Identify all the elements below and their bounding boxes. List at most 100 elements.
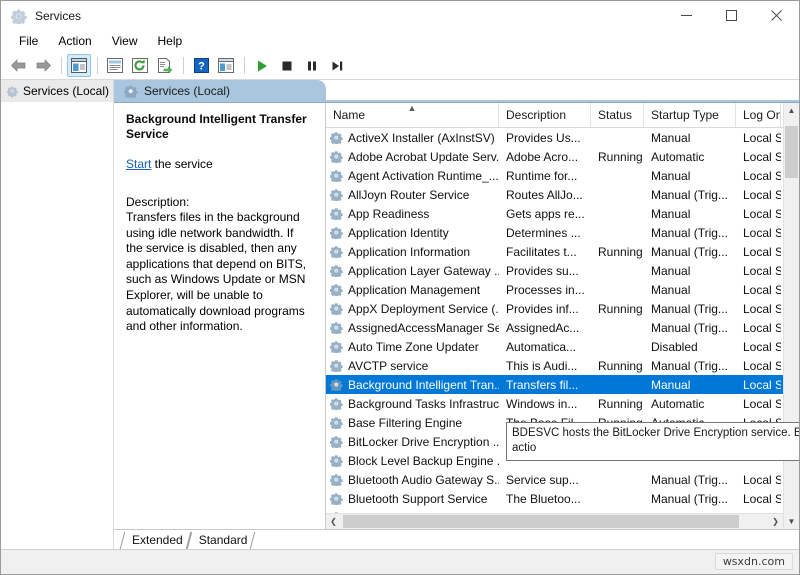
cell-text: Background Tasks Infrastruc... xyxy=(348,397,499,411)
view-tab-standard[interactable]: Standard xyxy=(189,531,254,549)
cell-text: AssignedAccessManager Se... xyxy=(348,321,499,335)
cell-status xyxy=(591,166,644,185)
cell-logon: Local Sy xyxy=(736,299,781,318)
cell-text: Local Sy xyxy=(743,131,781,145)
toolbar-back[interactable] xyxy=(6,54,30,77)
column-header-status[interactable]: Status xyxy=(591,103,644,127)
horizontal-scrollbar[interactable]: ❮ ❯ xyxy=(326,513,783,529)
menu-help[interactable]: Help xyxy=(148,31,193,51)
cell-name: ActiveX Installer (AxInstSV) xyxy=(326,128,499,147)
toolbar-pause[interactable] xyxy=(300,54,324,77)
toolbar-export-list[interactable] xyxy=(153,54,177,77)
service-gear-icon xyxy=(330,416,343,429)
cell-text: Provides Us... xyxy=(506,131,581,145)
toolbar-restart[interactable] xyxy=(325,54,349,77)
results-pane-tab[interactable]: Services (Local) xyxy=(114,80,326,102)
cell-description: Runtime for... xyxy=(499,166,591,185)
window-controls xyxy=(664,1,799,30)
table-row[interactable]: Background Tasks Infrastruc...Windows in… xyxy=(326,394,783,413)
start-service-link[interactable]: Start xyxy=(126,157,151,171)
toolbar-refresh[interactable] xyxy=(128,54,152,77)
service-gear-icon xyxy=(330,435,343,448)
cell-text: Processes in... xyxy=(506,283,585,297)
scroll-left-button[interactable]: ❮ xyxy=(326,514,341,529)
toolbar-forward[interactable] xyxy=(31,54,55,77)
service-gear-icon xyxy=(330,511,343,513)
cell-text: Automatic xyxy=(651,397,704,411)
cell-text: Running xyxy=(598,302,643,316)
table-row[interactable]: Adobe Acrobat Update Serv...Adobe Acro..… xyxy=(326,147,783,166)
services-gear-icon xyxy=(11,8,27,24)
table-row[interactable]: AVCTP serviceThis is Audi...RunningManua… xyxy=(326,356,783,375)
service-gear-icon xyxy=(330,492,343,505)
toolbar-show-tree[interactable] xyxy=(67,54,91,77)
menu-action[interactable]: Action xyxy=(48,31,101,51)
new-window-icon xyxy=(218,58,234,73)
cell-description: Determines ... xyxy=(499,223,591,242)
view-tab-extended[interactable]: Extended xyxy=(122,531,189,549)
tree-item-services-local[interactable]: Services (Local) xyxy=(1,80,113,102)
vertical-scrollbar[interactable]: ▲ ▼ xyxy=(783,103,799,529)
toolbar-stop[interactable] xyxy=(275,54,299,77)
cell-logon: Local Se xyxy=(736,337,781,356)
toolbar-new-window[interactable] xyxy=(214,54,238,77)
toolbar-help[interactable]: ? xyxy=(189,54,213,77)
table-row[interactable]: Application IdentityDetermines ...Manual… xyxy=(326,223,783,242)
cell-startup: Manual (Trig... xyxy=(644,299,736,318)
column-header-description[interactable]: Description xyxy=(499,103,591,127)
close-button[interactable] xyxy=(754,1,799,30)
table-row[interactable]: Bluetooth Support ServiceThe Bluetoo...M… xyxy=(326,489,783,508)
service-gear-icon xyxy=(330,321,343,334)
vertical-scroll-thumb[interactable] xyxy=(785,126,798,178)
column-header-startup-type[interactable]: Startup Type xyxy=(644,103,736,127)
cell-startup: Automatic xyxy=(644,147,736,166)
cell-text: Automatica... xyxy=(506,340,576,354)
table-row[interactable]: App ReadinessGets apps re...ManualLocal … xyxy=(326,204,783,223)
table-row[interactable]: Auto Time Zone UpdaterAutomatica...Disab… xyxy=(326,337,783,356)
column-header-log-on[interactable]: Log On xyxy=(736,103,781,127)
service-gear-icon xyxy=(330,340,343,353)
scroll-up-button[interactable]: ▲ xyxy=(784,103,799,118)
cell-name: Application Management xyxy=(326,280,499,299)
cell-name: Bluetooth Support Service xyxy=(326,489,499,508)
console-tree-empty-area xyxy=(1,102,113,549)
cell-text: Manual xyxy=(651,207,690,221)
scroll-down-button[interactable]: ▼ xyxy=(784,514,799,529)
cell-startup: Manual (Trig... xyxy=(644,489,736,508)
table-row[interactable]: Application Layer Gateway ...Provides su… xyxy=(326,261,783,280)
table-row[interactable]: Bluetooth User Support Ser...The Bluetoo… xyxy=(326,508,783,513)
cell-name: AppX Deployment Service (... xyxy=(326,299,499,318)
service-gear-icon xyxy=(330,397,343,410)
horizontal-scroll-thumb[interactable] xyxy=(343,515,739,528)
cell-text: Agent Activation Runtime_... xyxy=(348,169,499,183)
table-row[interactable]: AllJoyn Router ServiceRoutes AllJo...Man… xyxy=(326,185,783,204)
menu-view[interactable]: View xyxy=(102,31,148,51)
cell-status: Running xyxy=(591,242,644,261)
scroll-right-button[interactable]: ❯ xyxy=(768,514,783,529)
cell-name: BitLocker Drive Encryption ... xyxy=(326,432,499,451)
table-row[interactable]: Bluetooth Audio Gateway S...Service sup.… xyxy=(326,470,783,489)
table-row[interactable]: Background Intelligent Tran...Transfers … xyxy=(326,375,783,394)
table-row[interactable]: Agent Activation Runtime_...Runtime for.… xyxy=(326,166,783,185)
services-list-view: Name▲ Description StatusStartup TypeLog On… xyxy=(326,103,799,529)
cell-logon: Local Sy xyxy=(736,128,781,147)
toolbar-start[interactable] xyxy=(250,54,274,77)
table-row[interactable]: ActiveX Installer (AxInstSV) Provides Us.… xyxy=(326,128,783,147)
cell-text: Provides inf... xyxy=(506,302,579,316)
table-row[interactable]: Application InformationFacilitates t...R… xyxy=(326,242,783,261)
toolbar-properties[interactable] xyxy=(103,54,127,77)
column-header-name[interactable]: Name▲ xyxy=(326,103,499,127)
horizontal-scroll-track[interactable] xyxy=(341,514,768,529)
table-row[interactable]: AssignedAccessManager Se...AssignedAc...… xyxy=(326,318,783,337)
column-header-label: Description xyxy=(506,108,566,122)
cell-status: Running xyxy=(591,394,644,413)
show-hide-console-tree-icon xyxy=(71,58,87,73)
cell-text: Local Se xyxy=(743,340,781,354)
table-row[interactable]: Application ManagementProcesses in...Man… xyxy=(326,280,783,299)
cell-status xyxy=(591,204,644,223)
table-row[interactable]: AppX Deployment Service (... Provides inf… xyxy=(326,299,783,318)
cell-description: Processes in... xyxy=(499,280,591,299)
menu-file[interactable]: File xyxy=(9,31,48,51)
maximize-button[interactable] xyxy=(709,1,754,30)
minimize-button[interactable] xyxy=(664,1,709,30)
